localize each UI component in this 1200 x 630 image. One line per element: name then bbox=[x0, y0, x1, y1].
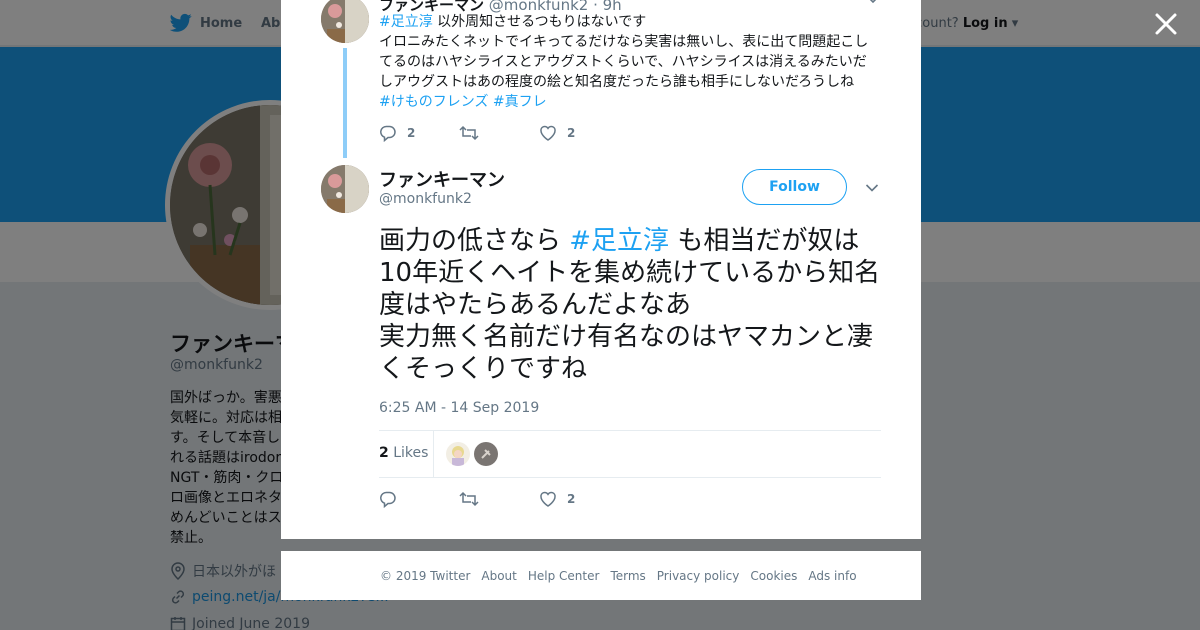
main-tweet-name[interactable]: ファンキーマン bbox=[379, 166, 505, 192]
footer-copyright: © 2019 Twitter bbox=[380, 568, 471, 583]
avatar-image bbox=[321, 165, 369, 213]
modal-footer: © 2019 Twitter About Help Center Terms P… bbox=[281, 551, 921, 600]
avatar-image bbox=[446, 442, 470, 466]
chevron-down-icon[interactable] bbox=[867, 0, 879, 6]
chevron-down-icon[interactable] bbox=[865, 181, 879, 195]
avatar-image bbox=[321, 0, 369, 43]
heart-icon bbox=[540, 491, 556, 507]
hashtag-link[interactable]: #足立淳 bbox=[569, 226, 669, 256]
liker-avatar[interactable] bbox=[474, 442, 498, 466]
divider bbox=[379, 477, 881, 478]
close-icon[interactable] bbox=[1153, 11, 1179, 37]
footer-link-terms[interactable]: Terms bbox=[610, 569, 645, 583]
parent-tweet-body: イロニみたくネットでイキってるだけなら実害は無いし、表に出て問題起こしてるのはハ… bbox=[379, 34, 869, 90]
main-tweet-avatar[interactable] bbox=[321, 165, 369, 213]
retweet-icon bbox=[459, 125, 479, 141]
hashtag-link[interactable]: #足立淳 bbox=[379, 14, 433, 30]
like-count: 2 bbox=[567, 126, 576, 140]
likes-stat[interactable]: 2 Likes bbox=[379, 445, 428, 461]
main-tweet-text-pre: 画力の低さなら bbox=[379, 226, 570, 256]
tweet-timestamp[interactable]: 6:25 AM - 14 Sep 2019 bbox=[379, 400, 539, 416]
footer-link-privacy[interactable]: Privacy policy bbox=[657, 569, 740, 583]
retweet-button[interactable] bbox=[459, 125, 539, 141]
liker-avatar[interactable] bbox=[446, 442, 470, 466]
footer-link-about[interactable]: About bbox=[481, 569, 516, 583]
reply-button[interactable]: 2 bbox=[379, 124, 459, 142]
divider bbox=[379, 430, 881, 431]
like-button[interactable]: 2 bbox=[539, 125, 619, 141]
follow-button[interactable]: Follow bbox=[742, 169, 847, 205]
footer-link-cookies[interactable]: Cookies bbox=[750, 569, 797, 583]
retweet-button[interactable] bbox=[459, 491, 539, 507]
reply-button[interactable] bbox=[379, 490, 459, 508]
heart-icon bbox=[540, 125, 556, 141]
main-tweet-line2: 実力無く名前だけ有名なのはヤマカンと凄くそっくりですね bbox=[379, 322, 874, 384]
reply-icon bbox=[380, 491, 396, 508]
footer-link-help-center[interactable]: Help Center bbox=[528, 569, 600, 583]
parent-tweet-text: #足立淳 以外周知させるつもりはないです イロニみたくネットでイキってるだけなら… bbox=[379, 12, 879, 112]
like-button[interactable]: 2 bbox=[539, 491, 619, 507]
main-tweet-handle[interactable]: @monkfunk2 bbox=[379, 191, 472, 207]
tweet-modal: ファンキーマン @monkfunk2 · 9h #足立淳 以外周知させるつもりは… bbox=[281, 0, 921, 539]
footer-link-ads-info[interactable]: Ads info bbox=[808, 569, 856, 583]
parent-tweet-line1-rest: 以外周知させるつもりはないです bbox=[432, 14, 647, 30]
parent-tweet-tags[interactable]: #けものフレンズ #真フレ bbox=[379, 92, 879, 112]
retweet-icon bbox=[459, 491, 479, 507]
likes-stat-label: Likes bbox=[393, 445, 429, 461]
likes-stat-count: 2 bbox=[379, 445, 389, 461]
parent-tweet-line1: #足立淳 以外周知させるつもりはないです bbox=[379, 12, 879, 32]
stat-divider bbox=[433, 431, 434, 477]
avatar-image bbox=[474, 442, 498, 466]
main-tweet-actions: 2 bbox=[379, 490, 619, 508]
parent-tweet-avatar[interactable] bbox=[321, 0, 369, 43]
main-tweet-line1: 画力の低さなら #足立淳 も相当だが奴は10年近くヘイトを集め続けているから知名… bbox=[379, 225, 889, 321]
like-count: 2 bbox=[567, 492, 576, 506]
thread-connector bbox=[343, 48, 347, 158]
reply-count: 2 bbox=[407, 126, 416, 140]
parent-tweet-actions: 2 2 bbox=[379, 124, 619, 142]
reply-icon bbox=[380, 125, 396, 142]
main-tweet-text: 画力の低さなら #足立淳 も相当だが奴は10年近くヘイトを集め続けているから知名… bbox=[379, 225, 889, 385]
